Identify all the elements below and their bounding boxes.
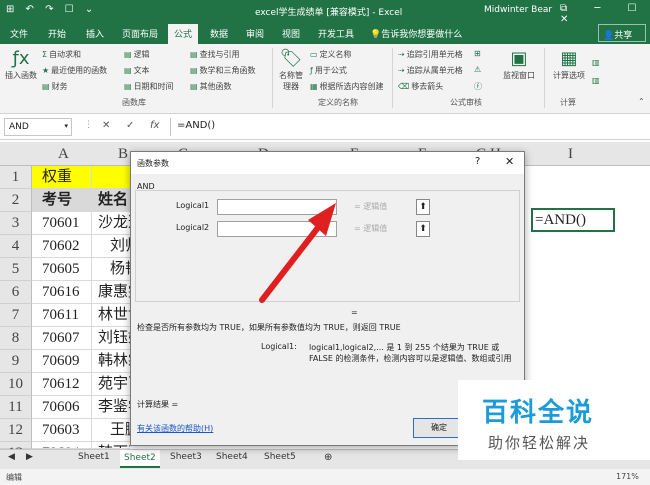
arrow-shaft — [259, 222, 323, 303]
watermark-subtitle: 助你轻松解决 — [488, 434, 591, 452]
watermark-title: 百科全说 — [482, 398, 595, 428]
watermark: 百科全说 助你轻松解决 — [458, 380, 650, 460]
